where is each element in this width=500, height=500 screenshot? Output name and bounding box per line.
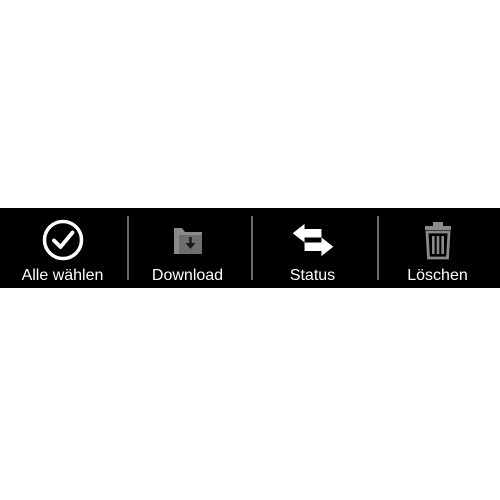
delete-label: Löschen bbox=[407, 267, 468, 284]
toolbar-divider bbox=[251, 216, 253, 280]
select-all-button[interactable]: Alle wählen bbox=[0, 208, 125, 288]
select-all-label: Alle wählen bbox=[21, 267, 104, 284]
check-circle-icon bbox=[41, 218, 85, 262]
folder-download-icon bbox=[166, 218, 210, 262]
delete-button[interactable]: Löschen bbox=[375, 208, 500, 288]
action-toolbar: Alle wählen Download Status Löschen bbox=[0, 208, 500, 288]
status-label: Status bbox=[289, 267, 336, 284]
page: Alle wählen Download Status Löschen bbox=[0, 0, 500, 500]
toolbar-divider bbox=[127, 216, 129, 280]
status-button[interactable]: Status bbox=[250, 208, 375, 288]
toolbar-divider bbox=[377, 216, 379, 280]
download-button[interactable]: Download bbox=[125, 208, 250, 288]
swap-arrows-icon bbox=[291, 218, 335, 262]
download-label: Download bbox=[151, 267, 224, 284]
trash-icon bbox=[416, 218, 460, 262]
